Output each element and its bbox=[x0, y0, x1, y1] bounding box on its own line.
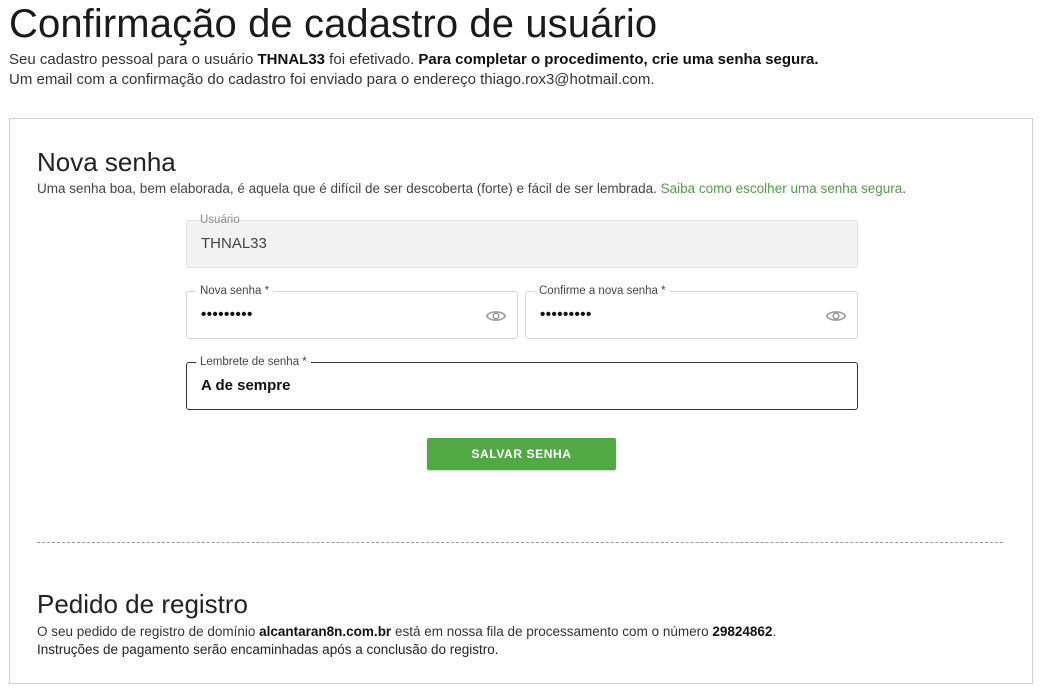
confirm-password-input[interactable]: ••••••••• bbox=[540, 305, 592, 325]
password-reminder-input[interactable] bbox=[201, 376, 737, 396]
eye-icon[interactable] bbox=[485, 307, 507, 325]
username-value: THNAL33 bbox=[201, 235, 267, 252]
new-password-label: Nova senha * bbox=[196, 284, 274, 298]
save-password-button[interactable]: SALVAR SENHA bbox=[427, 438, 616, 470]
username-field: Usuário THNAL33 bbox=[186, 214, 858, 268]
section-divider bbox=[37, 542, 1003, 543]
new-password-title: Nova senha bbox=[37, 147, 176, 177]
intro-line-1: Seu cadastro pessoal para o usuário THNA… bbox=[9, 51, 819, 68]
new-password-field[interactable]: Nova senha * ••••••••• bbox=[186, 284, 518, 339]
registration-card: Nova senha Uma senha boa, bem elaborada,… bbox=[9, 118, 1033, 684]
username-label: Usuário bbox=[200, 214, 240, 226]
new-password-input[interactable]: ••••••••• bbox=[201, 305, 253, 325]
page-title: Confirmação de cadastro de usuário bbox=[9, 2, 658, 46]
domain-name: alcantaran8n.com.br bbox=[259, 624, 392, 639]
password-reminder-field[interactable]: Lembrete de senha * bbox=[186, 355, 858, 410]
intro-line-2: Um email com a confirmação do cadastro f… bbox=[9, 71, 655, 88]
intro-instruction: Para completar o procedimento, crie uma … bbox=[418, 51, 819, 68]
registration-order-info: O seu pedido de registro de domínio alca… bbox=[37, 623, 776, 659]
intro-username: THNAL33 bbox=[257, 51, 326, 68]
registration-order-title: Pedido de registro bbox=[37, 589, 249, 619]
order-line-2: Instruções de pagamento serão encaminhad… bbox=[37, 642, 499, 657]
confirm-password-label: Confirme a nova senha * bbox=[535, 284, 670, 298]
eye-icon[interactable] bbox=[825, 307, 847, 325]
secure-password-link[interactable]: Saiba como escolher uma senha segura bbox=[661, 181, 903, 196]
intro-text: Seu cadastro pessoal para o usuário THNA… bbox=[9, 50, 1039, 90]
page-header: Confirmação de cadastro de usuário Seu c… bbox=[9, 0, 1039, 90]
order-number: 29824862 bbox=[712, 624, 773, 639]
order-line-1: O seu pedido de registro de domínio alca… bbox=[37, 624, 777, 639]
password-reminder-label: Lembrete de senha * bbox=[196, 355, 311, 369]
confirm-password-field[interactable]: Confirme a nova senha * ••••••••• bbox=[525, 284, 858, 339]
password-hint: Uma senha boa, bem elaborada, é aquela q… bbox=[37, 181, 907, 196]
